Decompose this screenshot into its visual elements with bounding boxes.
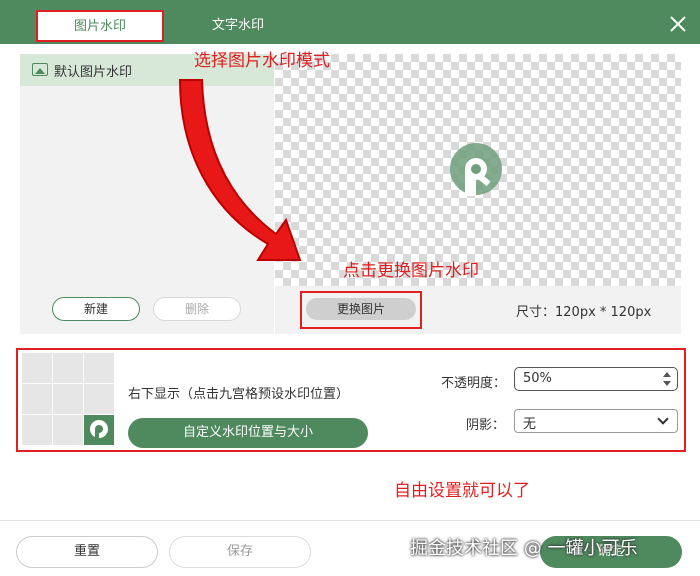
annotation-free-settings: 自由设置就可以了 xyxy=(394,481,530,501)
watermark-dialog: 图片水印 文字水印 默认图片水印 新建 删除 更换图片 尺寸：120px * 1… xyxy=(0,0,700,576)
reset-button[interactable]: 重置 xyxy=(16,536,158,568)
watermark-logo-icon xyxy=(90,420,108,439)
image-icon xyxy=(32,63,48,76)
opacity-value: 50% xyxy=(523,371,552,386)
tab-text-watermark[interactable]: 文字水印 xyxy=(195,8,281,44)
new-button[interactable]: 新建 xyxy=(52,297,140,321)
tab-image-watermark[interactable]: 图片水印 xyxy=(36,10,164,42)
opacity-stepper[interactable]: 50% xyxy=(514,367,678,391)
annotation-select-mode: 选择图片水印模式 xyxy=(194,51,330,71)
grid-cell-bottom-center[interactable] xyxy=(53,415,83,445)
grid-cell-bottom-left[interactable] xyxy=(22,415,52,445)
chevron-down-icon xyxy=(657,413,669,425)
position-grid xyxy=(22,353,115,446)
change-image-highlight xyxy=(300,291,422,329)
annotation-change-watermark: 点击更换图片水印 xyxy=(343,261,479,281)
delete-button[interactable]: 删除 xyxy=(153,297,241,321)
custom-position-button[interactable]: 自定义水印位置与大小 xyxy=(128,418,368,448)
list-item-label: 默认图片水印 xyxy=(54,65,133,80)
save-button[interactable]: 保存 xyxy=(169,536,311,568)
watermark-logo-icon xyxy=(450,143,502,196)
shadow-label: 阴影： xyxy=(466,418,506,433)
image-size-text: 尺寸：120px * 120px xyxy=(516,305,652,320)
opacity-label: 不透明度： xyxy=(441,376,507,391)
site-watermark: 掘金技术社区 @ 一罐小可乐 xyxy=(410,538,638,559)
position-description: 右下显示（点击九宫格预设水印位置） xyxy=(128,387,350,402)
grid-cell-top-left[interactable] xyxy=(22,353,52,383)
shadow-select[interactable]: 无 xyxy=(514,409,678,433)
grid-cell-bottom-right[interactable] xyxy=(84,415,114,445)
grid-cell-top-center[interactable] xyxy=(53,353,83,383)
chevron-up-icon[interactable] xyxy=(663,372,671,377)
grid-cell-center[interactable] xyxy=(53,384,83,414)
shadow-value: 无 xyxy=(523,417,537,432)
grid-cell-middle-left[interactable] xyxy=(22,384,52,414)
chevron-down-icon[interactable] xyxy=(663,381,671,386)
grid-cell-top-right[interactable] xyxy=(84,353,114,383)
annotation-arrow-icon xyxy=(178,79,302,261)
grid-cell-middle-right[interactable] xyxy=(84,384,114,414)
close-icon[interactable] xyxy=(670,16,686,32)
